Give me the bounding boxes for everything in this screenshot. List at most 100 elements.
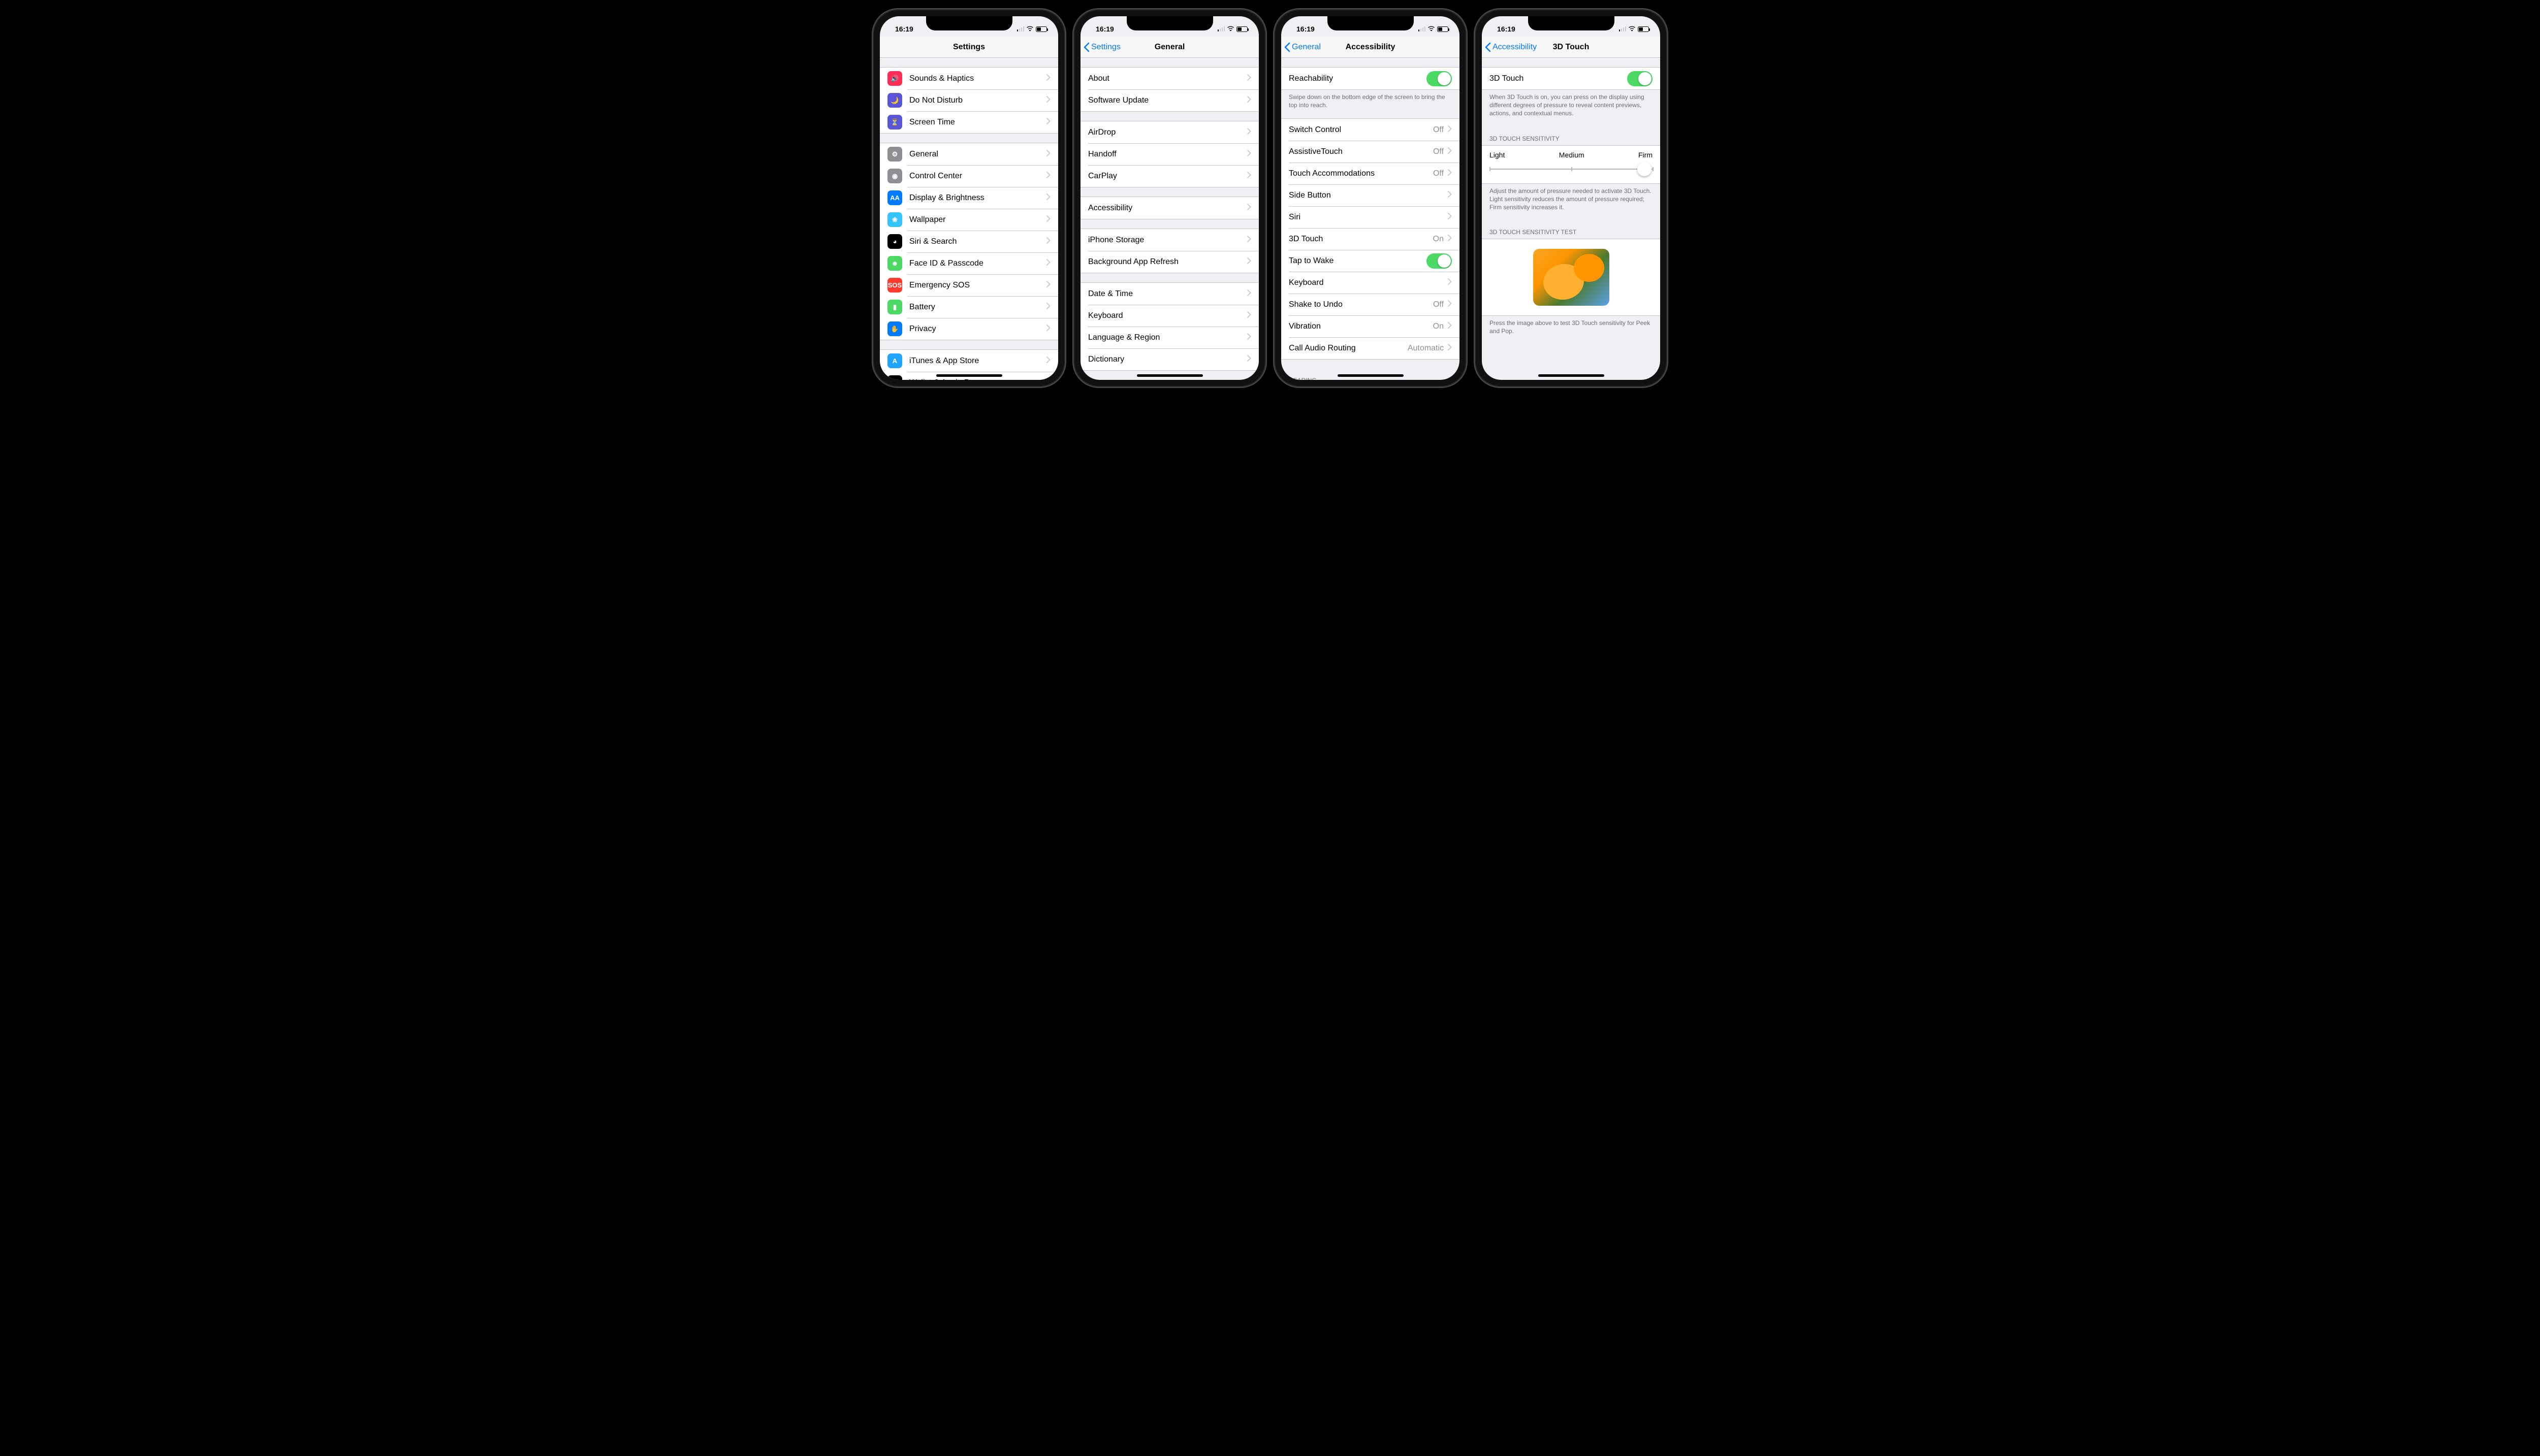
row-icon: 🌙 [887,93,902,108]
settings-row[interactable]: Date & Time [1081,283,1259,305]
settings-row[interactable]: Call Audio RoutingAutomatic [1281,337,1459,359]
section-footer: When 3D Touch is on, you can press on th… [1482,90,1660,118]
section-footer: Swipe down on the bottom edge of the scr… [1281,90,1459,109]
settings-row[interactable]: Switch ControlOff [1281,119,1459,141]
row-label: Dictionary [1088,355,1247,364]
settings-row[interactable]: iPhone Storage [1081,229,1259,251]
settings-row[interactable]: Shake to UndoOff [1281,294,1459,315]
navigation-bar: Accessibility3D Touch [1482,37,1660,58]
row-value: Off [1433,169,1444,178]
chevron-icon [1247,74,1251,83]
row-label: Language & Region [1088,333,1247,342]
settings-row[interactable]: ☻Face ID & Passcode [880,252,1058,274]
settings-row[interactable]: AiTunes & App Store [880,350,1058,372]
row-label: CarPlay [1088,172,1247,181]
settings-row[interactable]: Side Button [1281,184,1459,206]
chevron-icon [1448,300,1452,309]
row-icon: ◉ [887,169,902,183]
chevron-icon [1046,303,1051,312]
settings-row[interactable]: Accessibility [1081,197,1259,219]
content[interactable]: 🔊Sounds & Haptics🌙Do Not Disturb⏳Screen … [880,58,1058,380]
chevron-icon [1448,147,1452,156]
row-label: 3D Touch [1289,235,1433,244]
row-icon: A [887,353,902,368]
chevron-icon [1046,259,1051,268]
settings-row[interactable]: AssistiveTouchOff [1281,141,1459,163]
row-icon: ▭ [887,375,902,380]
sensitivity-slider[interactable] [1489,162,1653,176]
settings-row[interactable]: Keyboard [1081,305,1259,327]
signal-icon [1017,26,1025,31]
slider-labels: LightMediumFirm [1489,151,1653,159]
home-indicator[interactable] [936,374,1002,377]
chevron-icon [1046,357,1051,366]
toggle[interactable] [1426,253,1452,269]
chevron-icon [1046,150,1051,159]
row-label: Face ID & Passcode [909,259,1046,268]
chevron-icon [1046,193,1051,203]
chevron-icon [1046,74,1051,83]
settings-row[interactable]: About [1081,68,1259,89]
battery-icon [1236,26,1248,32]
row-icon: ▮ [887,300,902,314]
battery-icon [1437,26,1448,32]
back-button[interactable]: Accessibility [1482,42,1537,52]
home-indicator[interactable] [1338,374,1404,377]
row-label: Tap to Wake [1289,256,1426,266]
chevron-icon [1046,325,1051,334]
settings-row[interactable]: ▮Battery [880,296,1058,318]
settings-row[interactable]: Siri [1281,206,1459,228]
row-label: AssistiveTouch [1289,147,1433,156]
row-label: Wallpaper [909,215,1046,224]
toggle[interactable] [1426,71,1452,86]
settings-row[interactable]: 🔊Sounds & Haptics [880,68,1058,89]
row-label: Siri & Search [909,237,1046,246]
settings-row[interactable]: SOSEmergency SOS [880,274,1058,296]
clock: 16:19 [895,25,913,33]
settings-row[interactable]: Language & Region [1081,327,1259,348]
row-label: Handoff [1088,150,1247,159]
home-indicator[interactable] [1538,374,1604,377]
sensitivity-test-image[interactable] [1533,249,1609,306]
wifi-icon [1227,25,1234,33]
row-icon: SOS [887,278,902,293]
navigation-bar: GeneralAccessibility [1281,37,1459,58]
content[interactable]: ReachabilitySwipe down on the bottom edg… [1281,58,1459,380]
row-label: Vibration [1289,322,1433,331]
settings-row[interactable]: ⚙︎General [880,143,1058,165]
clock: 16:19 [1296,25,1315,33]
settings-row[interactable]: ❀Wallpaper [880,209,1058,231]
chevron-icon [1448,191,1452,200]
row-value: Off [1433,125,1444,135]
settings-row[interactable]: CarPlay [1081,165,1259,187]
settings-row[interactable]: ✋Privacy [880,318,1058,340]
content[interactable]: AboutSoftware Update AirDrop Handoff CarPla… [1081,58,1259,380]
settings-row[interactable]: ⏳Screen Time [880,111,1058,133]
settings-row[interactable]: Handoff [1081,143,1259,165]
settings-row[interactable]: Software Update [1081,89,1259,111]
settings-row[interactable]: ◉Control Center [880,165,1058,187]
chevron-icon [1046,96,1051,105]
settings-row[interactable]: Background App Refresh [1081,251,1259,273]
row-icon: ◕ [887,234,902,249]
row-icon: ⚙︎ [887,147,902,161]
back-label: General [1292,43,1321,52]
settings-row[interactable]: ◕ Siri & Search [880,231,1058,252]
home-indicator[interactable] [1137,374,1203,377]
settings-row[interactable]: Dictionary [1081,348,1259,370]
settings-row[interactable]: 3D TouchOn [1281,228,1459,250]
settings-row[interactable]: AirDrop [1081,121,1259,143]
section-footer: Press the image above to test 3D Touch s… [1482,316,1660,335]
row-label: Siri [1289,213,1448,222]
settings-row[interactable]: 🌙Do Not Disturb [880,89,1058,111]
settings-row[interactable]: Keyboard [1281,272,1459,294]
settings-row[interactable]: Touch AccommodationsOff [1281,163,1459,184]
toggle[interactable] [1627,71,1653,86]
row-icon: 🔊 [887,71,902,86]
back-button[interactable]: Settings [1081,42,1121,52]
content[interactable]: 3D TouchWhen 3D Touch is on, you can pre… [1482,58,1660,380]
settings-row[interactable]: AADisplay & Brightness [880,187,1058,209]
chevron-icon [1448,322,1452,331]
settings-row[interactable]: VibrationOn [1281,315,1459,337]
back-button[interactable]: General [1281,42,1321,52]
